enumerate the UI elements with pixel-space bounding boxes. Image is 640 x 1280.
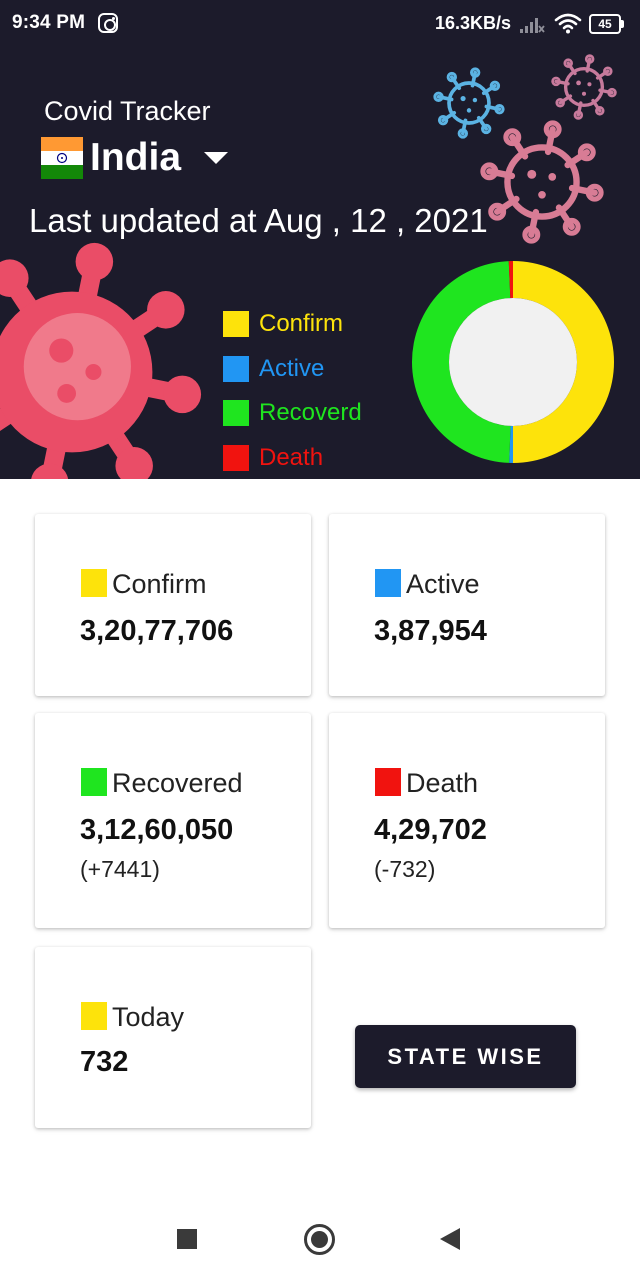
death-swatch	[375, 768, 401, 796]
legend-label: Recoverd	[259, 399, 362, 426]
today-swatch	[81, 1002, 107, 1030]
legend-swatch	[223, 445, 249, 471]
india-flag-icon	[41, 137, 83, 179]
chevron-down-icon[interactable]	[204, 152, 228, 164]
last-updated-text: Last updated at Aug , 12 , 2021	[29, 202, 488, 239]
signal-icon	[520, 18, 545, 33]
card-label: Death	[406, 768, 479, 798]
legend-label: Active	[259, 355, 325, 382]
legend-swatch	[223, 311, 249, 337]
card-today: Today 732	[35, 947, 311, 1128]
state-wise-button[interactable]: STATE WISE	[355, 1025, 576, 1088]
instagram-icon	[98, 13, 118, 33]
confirm-swatch	[81, 569, 107, 597]
status-time: 9:34 PM	[12, 12, 86, 33]
legend-label: Confirm	[259, 310, 344, 337]
card-value: 3,12,60,050	[80, 814, 234, 846]
virus-decoration-icon	[551, 54, 617, 120]
card-label: Today	[112, 1002, 185, 1032]
battery-level: 45	[589, 14, 621, 34]
card-delta: (+7441)	[80, 856, 160, 882]
card-label: Active	[406, 569, 480, 599]
card-death: Death 4,29,702 (-732)	[329, 713, 605, 928]
battery-tip	[621, 20, 624, 28]
card-delta: (-732)	[374, 856, 436, 882]
card-value: 3,20,77,706	[80, 615, 234, 647]
virus-decoration-icon	[0, 242, 202, 479]
card-value: 4,29,702	[374, 814, 487, 846]
card-confirm: Confirm 3,20,77,706	[35, 514, 311, 696]
country-selector[interactable]: India	[90, 136, 181, 180]
legend-swatch	[223, 400, 249, 426]
system-nav-bar	[0, 1196, 640, 1280]
card-label: Recovered	[112, 768, 243, 798]
card-value: 732	[80, 1046, 129, 1078]
tracker-header: Covid Tracker India Last updated at Aug …	[0, 48, 640, 479]
network-speed: 16.3KB/s	[435, 13, 512, 33]
card-label: Confirm	[112, 569, 207, 599]
app-title: Covid Tracker	[44, 96, 211, 126]
recents-icon[interactable]	[177, 1229, 197, 1249]
legend-swatch	[223, 356, 249, 382]
back-icon[interactable]	[440, 1228, 460, 1250]
recovered-swatch	[81, 768, 107, 796]
app-screen: 9:34 PM 16.3KB/s 45 Covid Tracker India …	[0, 0, 640, 1280]
virus-decoration-icon	[480, 120, 604, 244]
wifi-icon	[554, 13, 582, 34]
legend-label: Death	[259, 444, 324, 471]
status-bar: 9:34 PM 16.3KB/s 45	[0, 0, 640, 48]
donut-center	[449, 298, 577, 426]
cases-donut-chart	[412, 261, 614, 463]
home-icon[interactable]	[304, 1224, 335, 1255]
active-swatch	[375, 569, 401, 597]
card-active: Active 3,87,954	[329, 514, 605, 696]
card-value: 3,87,954	[374, 615, 487, 647]
card-recovered: Recovered 3,12,60,050 (+7441)	[35, 713, 311, 928]
battery-icon: 45	[589, 14, 625, 34]
